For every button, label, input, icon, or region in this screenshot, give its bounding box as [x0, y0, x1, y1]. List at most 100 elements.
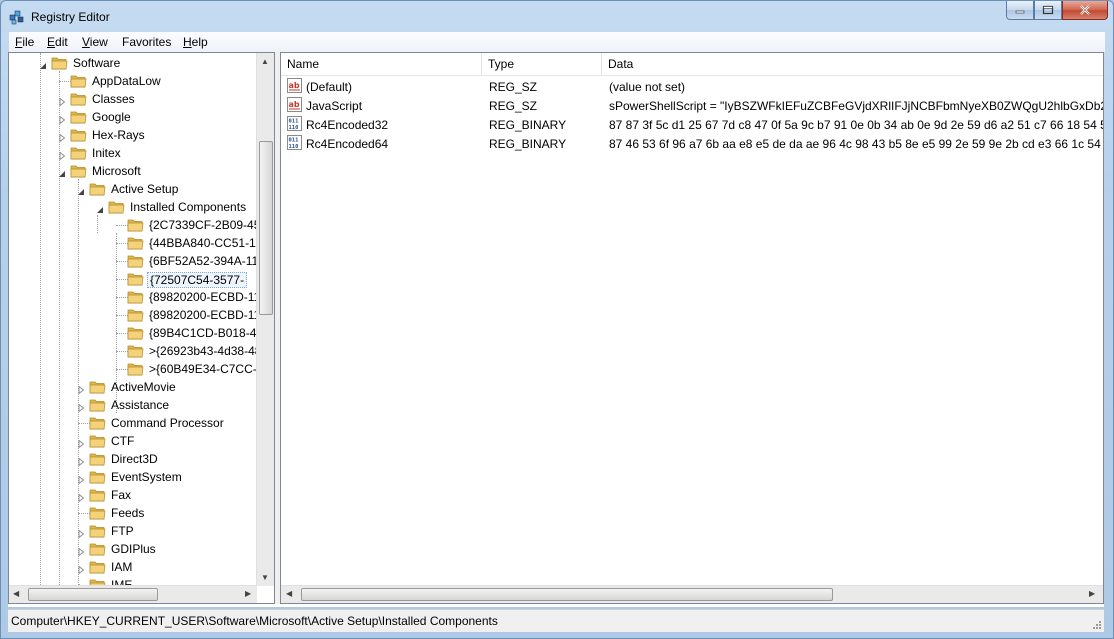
menu-view[interactable]: View — [82, 35, 108, 49]
title-bar[interactable]: Registry Editor — [1, 1, 1113, 32]
resize-grip-icon[interactable] — [1092, 620, 1102, 630]
tree-node[interactable]: AppDataLow — [56, 72, 256, 90]
tree-node[interactable]: {6BF52A52-394A-11d3-B153-00C04F79FAA6} — [113, 252, 274, 270]
menu-bar: File Edit View Favorites Help — [9, 32, 1105, 53]
expand-arrow-icon[interactable] — [77, 473, 85, 485]
svg-text:011: 011 — [289, 138, 300, 144]
list-horizontal-scrollbar[interactable]: ◀ ▶ — [281, 585, 1103, 603]
tree-node[interactable]: Installed Components — [94, 198, 256, 216]
folder-icon — [89, 181, 106, 196]
tree-node[interactable]: {72507C54-3577- — [113, 270, 256, 288]
menu-edit[interactable]: Edit — [47, 35, 68, 49]
maximize-button[interactable] — [1034, 1, 1062, 20]
minimize-button[interactable] — [1006, 1, 1034, 20]
scroll-right-arrow-icon[interactable]: ▶ — [245, 589, 251, 598]
expand-arrow-icon[interactable] — [77, 527, 85, 539]
string-value-icon: ab — [287, 78, 302, 93]
expand-arrow-icon[interactable] — [58, 95, 66, 107]
values-list-pane[interactable]: Name Type Data ab (Default) REG_SZ (value n… — [280, 52, 1104, 604]
column-header-type[interactable]: Type — [482, 53, 602, 75]
status-path: Computer\HKEY_CURRENT_USER\Software\Micr… — [11, 614, 498, 628]
tree-node[interactable]: Google — [56, 108, 256, 126]
close-button[interactable] — [1062, 1, 1108, 20]
value-row[interactable]: ab (Default) REG_SZ (value not set) — [281, 77, 1103, 96]
expand-arrow-icon[interactable] — [77, 545, 85, 557]
tree-node[interactable]: Initex — [56, 144, 256, 162]
folder-icon — [127, 271, 144, 286]
tree-node[interactable]: Microsoft — [56, 162, 256, 180]
expand-arrow-icon[interactable] — [77, 401, 85, 413]
tree-node[interactable]: Command Processor — [75, 414, 256, 432]
tree-node[interactable]: Hex-Rays — [56, 126, 256, 144]
value-row[interactable]: 011 110 Rc4Encoded32 REG_BINARY 87 87 3f 5c … — [281, 115, 1103, 134]
tree-vertical-scrollbar[interactable]: ▲ ▼ — [256, 53, 274, 586]
tree-node[interactable]: {44BBA840-CC51-11CF-AAFA-00AA00B6015C} — [113, 234, 274, 252]
folder-icon — [89, 433, 106, 448]
tree-horizontal-scroll-thumb[interactable] — [28, 588, 158, 601]
collapse-arrow-icon[interactable] — [96, 203, 104, 213]
tree-node[interactable]: Classes — [56, 90, 256, 108]
tree-node[interactable]: {2C7339CF-2B09-4501-B3F3-F3508C9228ED} — [113, 216, 274, 234]
menu-file[interactable]: File — [15, 35, 34, 49]
tree-node[interactable]: FTP — [75, 522, 256, 540]
value-row[interactable]: ab JavaScript REG_SZ sPowerShellScript = "I… — [281, 96, 1103, 115]
column-header-name[interactable]: Name — [281, 53, 482, 75]
tree-node-label: {72507C54-3577- — [147, 272, 248, 288]
collapse-arrow-icon[interactable] — [58, 167, 66, 177]
collapse-arrow-icon[interactable] — [77, 185, 85, 195]
expand-arrow-icon[interactable] — [77, 491, 85, 503]
tree-node[interactable]: {89B4C1CD-B018-4511-B0A1-5476DBF70820} — [113, 324, 274, 342]
expand-arrow-icon[interactable] — [77, 455, 85, 467]
collapse-arrow-icon[interactable] — [39, 59, 47, 69]
column-header-data[interactable]: Data — [602, 53, 1103, 75]
tree-node[interactable]: Feeds — [75, 504, 256, 522]
svg-text:110: 110 — [289, 144, 299, 150]
tree-node[interactable]: >{60B49E34-C7CC-11D0-8953-00A0C90347FF} — [113, 360, 274, 378]
key-tree-pane[interactable]: Software AppDataLow Classes Google Hex-Rays I… — [8, 52, 275, 604]
scroll-down-arrow-icon[interactable]: ▼ — [261, 573, 269, 582]
scroll-right-arrow-icon[interactable]: ▶ — [1089, 589, 1095, 598]
scroll-left-arrow-icon[interactable]: ◀ — [13, 589, 19, 598]
expand-arrow-icon[interactable] — [58, 131, 66, 143]
tree-node[interactable]: CTF — [75, 432, 256, 450]
tree-node[interactable]: Active Setup — [75, 180, 256, 198]
expand-arrow-icon[interactable] — [77, 563, 85, 575]
tree-node[interactable]: >{26923b43-4d38-484f-9b9e-de460746276c} — [113, 342, 274, 360]
tree-node[interactable]: {89820200-ECBD-11cf-8B85-00AA005B4383} — [113, 306, 274, 324]
tree-node[interactable]: Software — [37, 54, 256, 72]
tree-node[interactable]: Assistance — [75, 396, 256, 414]
scroll-up-arrow-icon[interactable]: ▲ — [261, 57, 269, 66]
tree-node[interactable]: EventSystem — [75, 468, 256, 486]
folder-icon — [70, 145, 87, 160]
tree-node[interactable]: Direct3D — [75, 450, 256, 468]
tree-vertical-scroll-thumb[interactable] — [259, 141, 273, 315]
value-name-cell: Rc4Encoded32 — [306, 118, 389, 132]
tree-node-label: Classes — [92, 92, 135, 106]
folder-icon — [89, 541, 106, 556]
tree-node[interactable]: {89820200-ECBD-11cf-8B85-00AA005B4340} — [113, 288, 274, 306]
expand-arrow-icon[interactable] — [58, 113, 66, 125]
string-value-icon: ab — [287, 97, 302, 112]
expand-arrow-icon[interactable] — [77, 437, 85, 449]
value-type-cell: REG_BINARY — [489, 118, 567, 132]
folder-icon — [70, 73, 87, 88]
scroll-left-arrow-icon[interactable]: ◀ — [286, 589, 292, 598]
value-data-cell: sPowerShellScript = "IyBSZWFkIEFuZCBFeGV… — [609, 99, 1103, 113]
value-row[interactable]: 011 110 Rc4Encoded64 REG_BINARY 87 46 53 6f … — [281, 134, 1103, 153]
list-horizontal-scroll-thumb[interactable] — [301, 588, 833, 601]
value-name-cell: JavaScript — [306, 99, 363, 113]
tree-node[interactable]: IAM — [75, 558, 256, 576]
menu-favorites[interactable]: Favorites — [122, 35, 171, 49]
tree-node[interactable]: GDIPlus — [75, 540, 256, 558]
tree-node[interactable]: ActiveMovie — [75, 378, 256, 396]
tree-node-label: GDIPlus — [111, 542, 156, 556]
folder-icon — [89, 379, 106, 394]
tree-horizontal-scrollbar[interactable]: ◀ ▶ — [9, 585, 257, 603]
column-header-data-label: Data — [608, 57, 634, 71]
expand-arrow-icon[interactable] — [58, 149, 66, 161]
tree-node[interactable]: Fax — [75, 486, 256, 504]
expand-arrow-icon[interactable] — [77, 383, 85, 395]
registry-editor-icon — [9, 10, 24, 25]
menu-help[interactable]: Help — [183, 35, 208, 49]
folder-icon — [127, 217, 144, 232]
